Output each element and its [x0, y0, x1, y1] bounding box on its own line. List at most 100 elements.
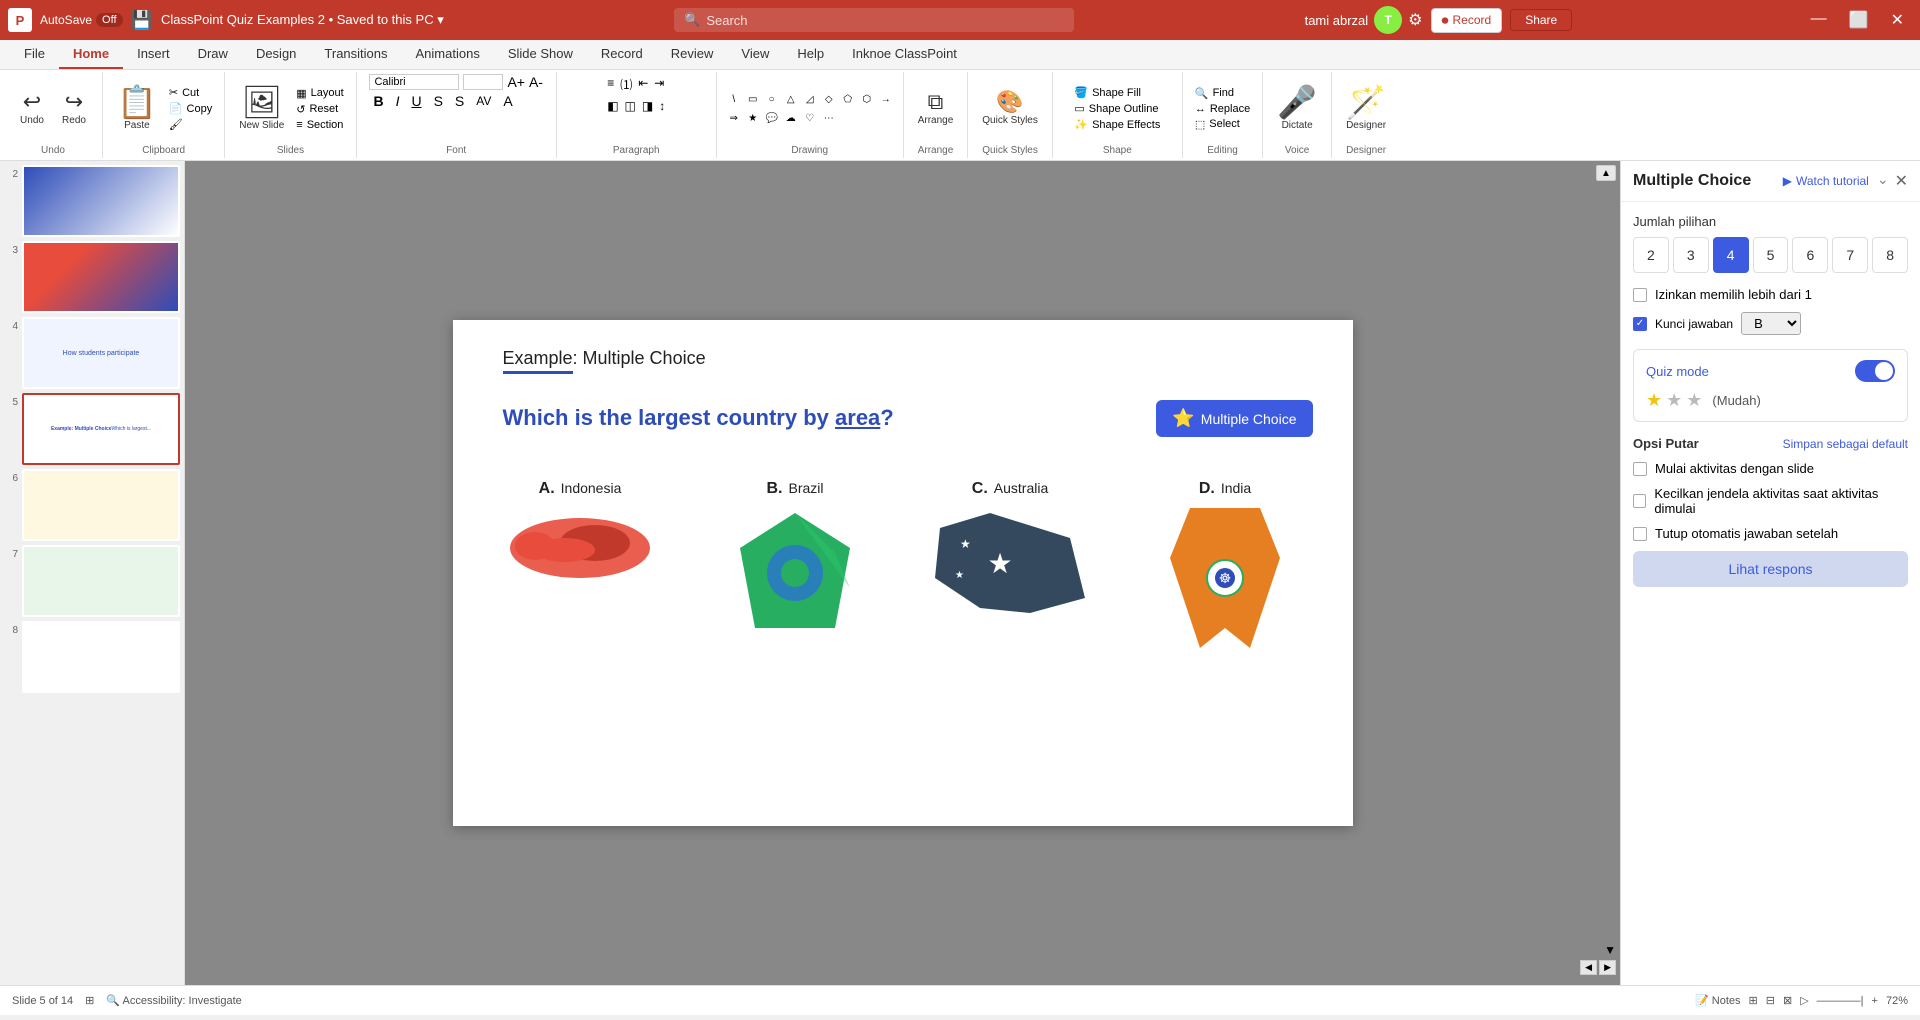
- shape-hexagon[interactable]: ⬡: [858, 90, 876, 108]
- view-slide-btn[interactable]: ⊟: [1766, 994, 1775, 1007]
- designer-button[interactable]: 🪄 Designer: [1340, 84, 1392, 133]
- align-left-button[interactable]: ◧: [605, 97, 620, 115]
- shape-effects-button[interactable]: ✨ Shape Effects: [1070, 117, 1164, 132]
- tab-draw[interactable]: Draw: [184, 40, 242, 69]
- shape-rtriangle[interactable]: ◿: [801, 90, 819, 108]
- slide-thumb-5[interactable]: 5 Example: Multiple Choice Which is larg…: [4, 393, 180, 465]
- quiz-mode-toggle[interactable]: [1855, 360, 1895, 382]
- bold-button[interactable]: B: [369, 92, 387, 110]
- shape-outline-button[interactable]: ▭ Shape Outline: [1070, 101, 1164, 116]
- slide-thumb-4[interactable]: 4 How students participate: [4, 317, 180, 389]
- line-spacing-button[interactable]: ↕: [657, 97, 667, 115]
- undo-button[interactable]: ↩ Undo: [12, 89, 52, 128]
- strikethrough-button[interactable]: S: [430, 92, 447, 110]
- redo-button[interactable]: ↪ Redo: [54, 89, 94, 128]
- mc-badge[interactable]: ⭐ Multiple Choice: [1156, 400, 1312, 437]
- font-decrease-button[interactable]: A-: [529, 74, 543, 90]
- tab-help[interactable]: Help: [783, 40, 838, 69]
- choice-5-btn[interactable]: 5: [1753, 237, 1789, 273]
- increase-indent-button[interactable]: ⇥: [652, 74, 666, 95]
- shape-callout[interactable]: 💬: [763, 109, 781, 127]
- view-normal-btn[interactable]: ⊞: [1749, 994, 1758, 1007]
- choice-4-btn[interactable]: 4: [1713, 237, 1749, 273]
- align-right-button[interactable]: ◨: [640, 97, 655, 115]
- italic-button[interactable]: I: [392, 92, 404, 110]
- quick-styles-button[interactable]: 🎨 Quick Styles: [976, 89, 1044, 128]
- shape-star[interactable]: ★: [744, 109, 762, 127]
- select-button[interactable]: ⬚ Select: [1191, 117, 1254, 132]
- slide-thumb-2[interactable]: 2: [4, 165, 180, 237]
- underline-button[interactable]: U: [407, 92, 425, 110]
- shape-more[interactable]: ⋯: [820, 109, 838, 127]
- shape-diamond[interactable]: ◇: [820, 90, 838, 108]
- char-spacing-button[interactable]: AV: [472, 93, 495, 109]
- autosave-control[interactable]: AutoSave Off: [40, 13, 123, 27]
- choice-7-btn[interactable]: 7: [1832, 237, 1868, 273]
- slide-panel-toggle[interactable]: ⊞: [85, 994, 94, 1007]
- watch-tutorial-button[interactable]: ▶ Watch tutorial: [1783, 174, 1869, 188]
- tab-design[interactable]: Design: [242, 40, 310, 69]
- record-button[interactable]: ⏺ Record: [1431, 8, 1503, 33]
- choice-6-btn[interactable]: 6: [1792, 237, 1828, 273]
- paste-button[interactable]: 📋 Paste: [111, 84, 163, 133]
- scroll-right-btn[interactable]: ▶: [1599, 960, 1616, 975]
- star-2[interactable]: ★: [1666, 390, 1682, 411]
- shape-arrow2[interactable]: ⇒: [725, 109, 743, 127]
- kunci-checkbox[interactable]: ✓: [1633, 317, 1647, 331]
- view-reading-btn[interactable]: ⊠: [1783, 994, 1792, 1007]
- tab-home[interactable]: Home: [59, 40, 123, 69]
- section-button[interactable]: ≡ Section: [292, 118, 347, 132]
- canvas-scroll-up[interactable]: ▲: [1596, 165, 1616, 181]
- share-button[interactable]: Share: [1510, 9, 1572, 31]
- save-icon[interactable]: 💾: [131, 10, 153, 31]
- scroll-left-btn[interactable]: ◀: [1580, 960, 1597, 975]
- tab-slideshow[interactable]: Slide Show: [494, 40, 587, 69]
- tab-transitions[interactable]: Transitions: [310, 40, 401, 69]
- zoom-slider[interactable]: ————|: [1817, 995, 1864, 1007]
- shape-arrow[interactable]: →: [877, 90, 895, 108]
- format-painter-button[interactable]: 🖌: [165, 117, 216, 132]
- tab-insert[interactable]: Insert: [123, 40, 184, 69]
- slide-thumb-8[interactable]: 8: [4, 621, 180, 693]
- slide-thumb-7[interactable]: 7: [4, 545, 180, 617]
- shape-line[interactable]: \: [725, 90, 743, 108]
- numbering-button[interactable]: ⑴: [618, 74, 634, 95]
- choice-3-btn[interactable]: 3: [1673, 237, 1709, 273]
- font-family-input[interactable]: [369, 74, 459, 90]
- copy-button[interactable]: 📄 Copy: [165, 101, 216, 116]
- notes-button[interactable]: 📝 Notes: [1695, 994, 1741, 1007]
- kecilkan-checkbox[interactable]: [1633, 494, 1646, 508]
- close-button[interactable]: ✕: [1883, 10, 1912, 30]
- autosave-toggle[interactable]: Off: [96, 13, 122, 27]
- tab-inknoe[interactable]: Inknoe ClassPoint: [838, 40, 971, 69]
- find-button[interactable]: 🔍 Find: [1191, 86, 1254, 101]
- font-increase-button[interactable]: A+: [507, 74, 525, 90]
- choice-2-btn[interactable]: 2: [1633, 237, 1669, 273]
- new-slide-button[interactable]: 🖼 New Slide: [233, 84, 290, 133]
- mulai-checkbox[interactable]: [1633, 462, 1647, 476]
- shape-cloud[interactable]: ☁: [782, 109, 800, 127]
- tab-review[interactable]: Review: [657, 40, 728, 69]
- tab-file[interactable]: File: [10, 40, 59, 69]
- choice-8-btn[interactable]: 8: [1872, 237, 1908, 273]
- tab-record[interactable]: Record: [587, 40, 657, 69]
- lihat-respons-button[interactable]: Lihat respons: [1633, 551, 1908, 587]
- star-3[interactable]: ★: [1686, 390, 1702, 411]
- star-1[interactable]: ★: [1646, 390, 1662, 411]
- shape-heart[interactable]: ♡: [801, 109, 819, 127]
- reset-button[interactable]: ↺ Reset: [292, 102, 347, 117]
- arrange-button[interactable]: ⧉ Arrange: [912, 89, 960, 128]
- shadow-button[interactable]: S: [451, 92, 468, 110]
- kunci-select[interactable]: A B C D: [1741, 312, 1801, 335]
- cut-button[interactable]: ✂ Cut: [165, 85, 216, 100]
- layout-button[interactable]: ▦ Layout: [292, 86, 347, 101]
- canvas-scroll-down[interactable]: ▼: [1604, 943, 1616, 957]
- decrease-indent-button[interactable]: ⇤: [636, 74, 650, 95]
- shape-triangle[interactable]: △: [782, 90, 800, 108]
- zoom-in-btn[interactable]: +: [1872, 995, 1878, 1007]
- shape-fill-button[interactable]: 🪣 Shape Fill: [1070, 85, 1164, 100]
- view-slideshow-btn[interactable]: ▷: [1800, 994, 1808, 1007]
- shape-oval[interactable]: ○: [763, 90, 781, 108]
- slide-thumb-3[interactable]: 3: [4, 241, 180, 313]
- shape-rect[interactable]: ▭: [744, 90, 762, 108]
